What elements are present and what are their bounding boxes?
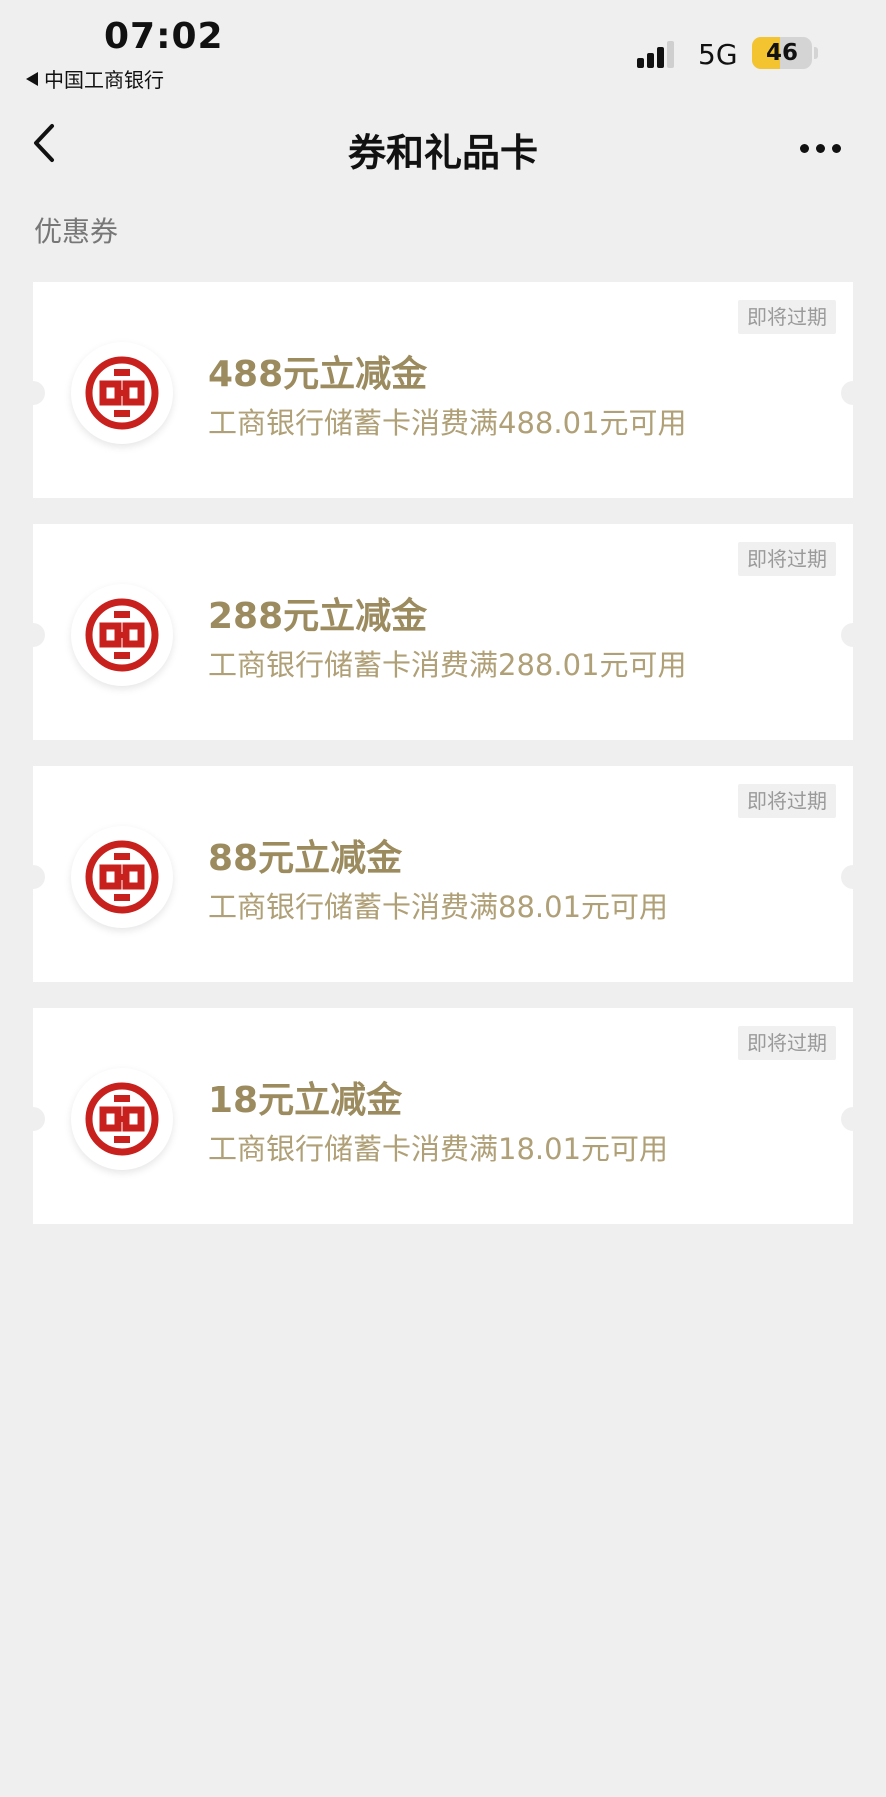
icbc-logo-icon <box>71 1068 173 1170</box>
card-notch <box>21 623 45 647</box>
icbc-logo-icon <box>71 342 173 444</box>
expiring-badge: 即将过期 <box>738 542 836 576</box>
network-type: 5G <box>698 38 738 71</box>
card-notch <box>841 623 865 647</box>
card-notch <box>21 865 45 889</box>
card-notch <box>841 1107 865 1131</box>
icbc-logo-icon <box>71 826 173 928</box>
battery-icon: 46 <box>752 37 812 69</box>
coupon-description: 工商银行储蓄卡消费满288.01元可用 <box>208 648 687 682</box>
coupon-title: 18元立减金 <box>208 1080 403 1121</box>
coupon-description: 工商银行储蓄卡消费满88.01元可用 <box>208 890 669 924</box>
icbc-logo-icon <box>71 584 173 686</box>
coupon-title: 288元立减金 <box>208 596 428 637</box>
back-triangle-icon <box>26 71 38 86</box>
more-dot <box>816 143 825 153</box>
cellular-signal-icon <box>637 40 683 68</box>
card-notch <box>841 865 865 889</box>
coupon-description: 工商银行储蓄卡消费满488.01元可用 <box>208 406 687 440</box>
more-dot <box>832 143 841 153</box>
card-notch <box>21 381 45 405</box>
coupon-card[interactable]: 即将过期 488元立减金 工商银行储蓄卡消费满488.01元可用 <box>21 282 865 498</box>
coupon-title: 488元立减金 <box>208 354 428 395</box>
coupon-card[interactable]: 即将过期 18元立减金 工商银行储蓄卡消费满18.01元可用 <box>21 1008 865 1224</box>
expiring-badge: 即将过期 <box>738 784 836 818</box>
section-label: 优惠券 <box>34 215 119 248</box>
back-app-label: 中国工商银行 <box>44 68 164 92</box>
more-dot <box>800 143 809 153</box>
nav-bar: 券和礼品卡 <box>0 100 886 190</box>
card-notch <box>841 381 865 405</box>
expiring-badge: 即将过期 <box>738 300 836 334</box>
card-notch <box>21 1107 45 1131</box>
status-bar: 07:02 中国工商银行 5G 46 <box>0 0 886 95</box>
battery-level: 46 <box>765 40 798 66</box>
coupon-card[interactable]: 即将过期 88元立减金 工商银行储蓄卡消费满88.01元可用 <box>21 766 865 982</box>
status-time: 07:02 <box>104 16 224 57</box>
coupon-title: 88元立减金 <box>208 838 403 879</box>
coupon-card[interactable]: 即将过期 288元立减金 工商银行储蓄卡消费满288.01元可用 <box>21 524 865 740</box>
expiring-badge: 即将过期 <box>738 1026 836 1060</box>
more-button[interactable] <box>800 138 850 158</box>
back-to-app-link[interactable]: 中国工商银行 <box>26 64 164 93</box>
page-title: 券和礼品卡 <box>347 131 538 175</box>
coupon-list: 即将过期 488元立减金 工商银行储蓄卡消费满488.01元可用 即将过期 28… <box>21 282 865 1250</box>
battery-tip <box>814 47 818 59</box>
coupon-description: 工商银行储蓄卡消费满18.01元可用 <box>208 1132 669 1166</box>
